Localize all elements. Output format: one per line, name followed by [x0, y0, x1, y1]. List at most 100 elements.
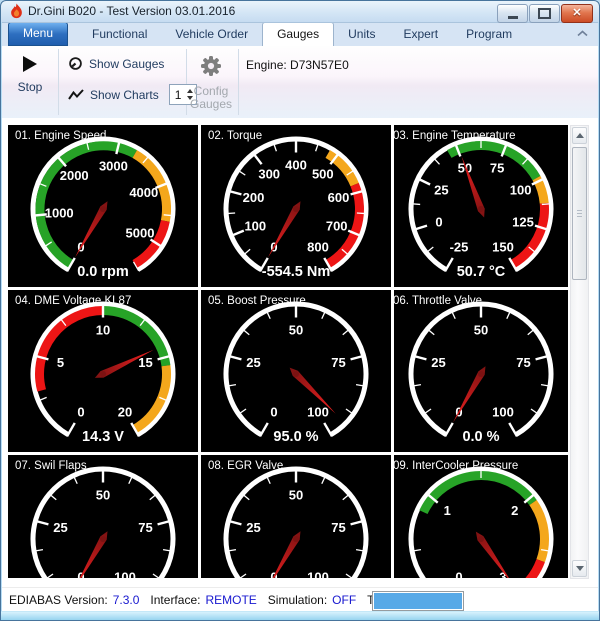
svg-text:25: 25 [246, 520, 260, 535]
svg-text:0: 0 [77, 405, 84, 420]
tab-program[interactable]: Program [452, 23, 526, 46]
svg-text:75: 75 [490, 161, 504, 176]
svg-text:5000: 5000 [126, 225, 155, 240]
svg-text:50: 50 [474, 323, 488, 338]
svg-text:200: 200 [243, 190, 265, 205]
svg-text:25: 25 [246, 355, 260, 370]
progress-fill [374, 593, 462, 609]
gauge-01-engine-speed: 01000200030004000500001. Engine Speed0.0… [8, 125, 198, 287]
svg-text:0.0 %: 0.0 % [462, 429, 499, 445]
svg-text:06. Throttle Valve: 06. Throttle Valve [394, 295, 482, 307]
status-bar: EDIABAS Version:7.3.0Interface:REMOTESim… [2, 587, 598, 612]
svg-text:0: 0 [435, 215, 442, 230]
scroll-down-button[interactable] [572, 560, 587, 577]
engine-label: Engine: D73N57E0 [246, 58, 349, 72]
scrollbar-thumb[interactable] [572, 147, 587, 280]
svg-text:75: 75 [331, 355, 345, 370]
close-icon: ✕ [572, 8, 581, 19]
window-client-area: Menu FunctionalVehicle OrderGaugesUnitsE… [2, 22, 598, 612]
svg-text:5: 5 [57, 355, 64, 370]
maximize-icon [538, 8, 551, 19]
svg-text:50: 50 [289, 488, 303, 503]
svg-text:25: 25 [431, 355, 445, 370]
ribbon-tab-row: Menu FunctionalVehicle OrderGaugesUnitsE… [2, 22, 598, 46]
svg-text:75: 75 [516, 355, 530, 370]
svg-text:100: 100 [307, 405, 329, 420]
caption-buttons: ✕ [497, 4, 593, 23]
svg-text:2000: 2000 [60, 168, 89, 183]
maximize-button[interactable] [529, 4, 560, 23]
flame-icon[interactable] [9, 3, 24, 19]
svg-text:0.0 rpm: 0.0 rpm [77, 264, 129, 280]
svg-text:300: 300 [258, 167, 280, 182]
svg-text:4000: 4000 [129, 185, 158, 200]
tab-units[interactable]: Units [334, 23, 389, 46]
stop-label: Stop [2, 80, 58, 94]
gauge-07-swil-flaps: 025507510007. Swil Flaps [8, 455, 198, 578]
minimize-button[interactable] [497, 4, 528, 23]
vertical-scrollbar[interactable] [570, 125, 589, 579]
gauge-05-boost-pressure: 025507510005. Boost Pressure95.0 % [201, 290, 391, 452]
status-value: REMOTE [205, 593, 256, 607]
svg-text:1: 1 [444, 503, 451, 518]
svg-text:10: 10 [96, 323, 110, 338]
svg-text:03. Engine Temperature: 03. Engine Temperature [394, 130, 516, 142]
svg-text:100: 100 [114, 570, 136, 578]
show-gauges-button[interactable]: Show Gauges [68, 56, 164, 71]
separator [58, 49, 59, 115]
svg-text:01. Engine Speed: 01. Engine Speed [15, 130, 106, 142]
svg-text:25: 25 [434, 182, 448, 197]
separator [238, 49, 239, 115]
status-label: Simulation: [268, 593, 327, 607]
line-chart-icon [68, 88, 84, 101]
gear-icon [199, 54, 223, 78]
window-border-left [0, 22, 2, 612]
show-charts-label[interactable]: Show Charts [90, 88, 159, 102]
svg-text:95.0 %: 95.0 % [273, 429, 318, 445]
svg-text:07. Swil Flaps: 07. Swil Flaps [15, 460, 87, 472]
gauge-04-dme-voltage-kl87: 0510152004. DME Voltage KL8714.3 V [8, 290, 198, 452]
show-gauges-label: Show Gauges [89, 57, 164, 71]
config-gauges-label: Config Gauges [188, 85, 234, 111]
svg-text:75: 75 [138, 520, 152, 535]
svg-text:50: 50 [458, 161, 472, 176]
chevron-up-icon[interactable] [577, 30, 588, 37]
stop-button[interactable]: Stop [2, 46, 58, 118]
tab-functional[interactable]: Functional [78, 23, 161, 46]
tab-expert[interactable]: Expert [389, 23, 452, 46]
gauge-03-engine-temperature: -25025507510012515003. Engine Temperatur… [394, 125, 568, 287]
svg-text:2: 2 [511, 503, 518, 518]
svg-text:400: 400 [285, 158, 307, 173]
svg-text:05. Boost Pressure: 05. Boost Pressure [208, 295, 306, 307]
window-border-bottom [0, 611, 600, 621]
config-gauges-button[interactable]: Config Gauges [188, 46, 234, 118]
svg-text:-554.5 Nm: -554.5 Nm [262, 264, 331, 280]
svg-text:0: 0 [270, 405, 277, 420]
close-button[interactable]: ✕ [561, 4, 593, 23]
tab-vehicle-order[interactable]: Vehicle Order [161, 23, 262, 46]
status-value: 7.3.0 [113, 593, 140, 607]
gauges-panel: 01000200030004000500001. Engine Speed0.0… [2, 118, 598, 579]
scroll-up-button[interactable] [572, 127, 587, 144]
svg-text:600: 600 [328, 190, 350, 205]
svg-text:800: 800 [307, 240, 329, 255]
svg-text:150: 150 [492, 240, 514, 255]
gauge-02-torque: 010020030040050060070080002. Torque-554.… [201, 125, 391, 287]
svg-text:-25: -25 [450, 240, 469, 255]
svg-text:700: 700 [326, 218, 348, 233]
window-title: Dr.Gini B020 - Test Version 03.01.2016 [28, 4, 235, 18]
svg-text:100: 100 [307, 570, 329, 578]
svg-text:50: 50 [96, 488, 110, 503]
svg-text:14.3 V: 14.3 V [82, 429, 124, 445]
tab-gauges[interactable]: Gauges [262, 22, 334, 46]
menu-button[interactable]: Menu [8, 22, 68, 46]
svg-text:02. Torque: 02. Torque [208, 130, 262, 142]
svg-text:75: 75 [331, 520, 345, 535]
gauge-08-egr-valve: 025507510008. EGR Valve [201, 455, 391, 578]
status-value: OFF [332, 593, 356, 607]
svg-text:04. DME Voltage KL87: 04. DME Voltage KL87 [15, 295, 131, 307]
charts-count-value: 1 [170, 88, 182, 102]
svg-text:3000: 3000 [99, 159, 128, 174]
play-triangle-icon [23, 56, 37, 72]
show-charts-row: Show Charts 1 [68, 84, 197, 105]
